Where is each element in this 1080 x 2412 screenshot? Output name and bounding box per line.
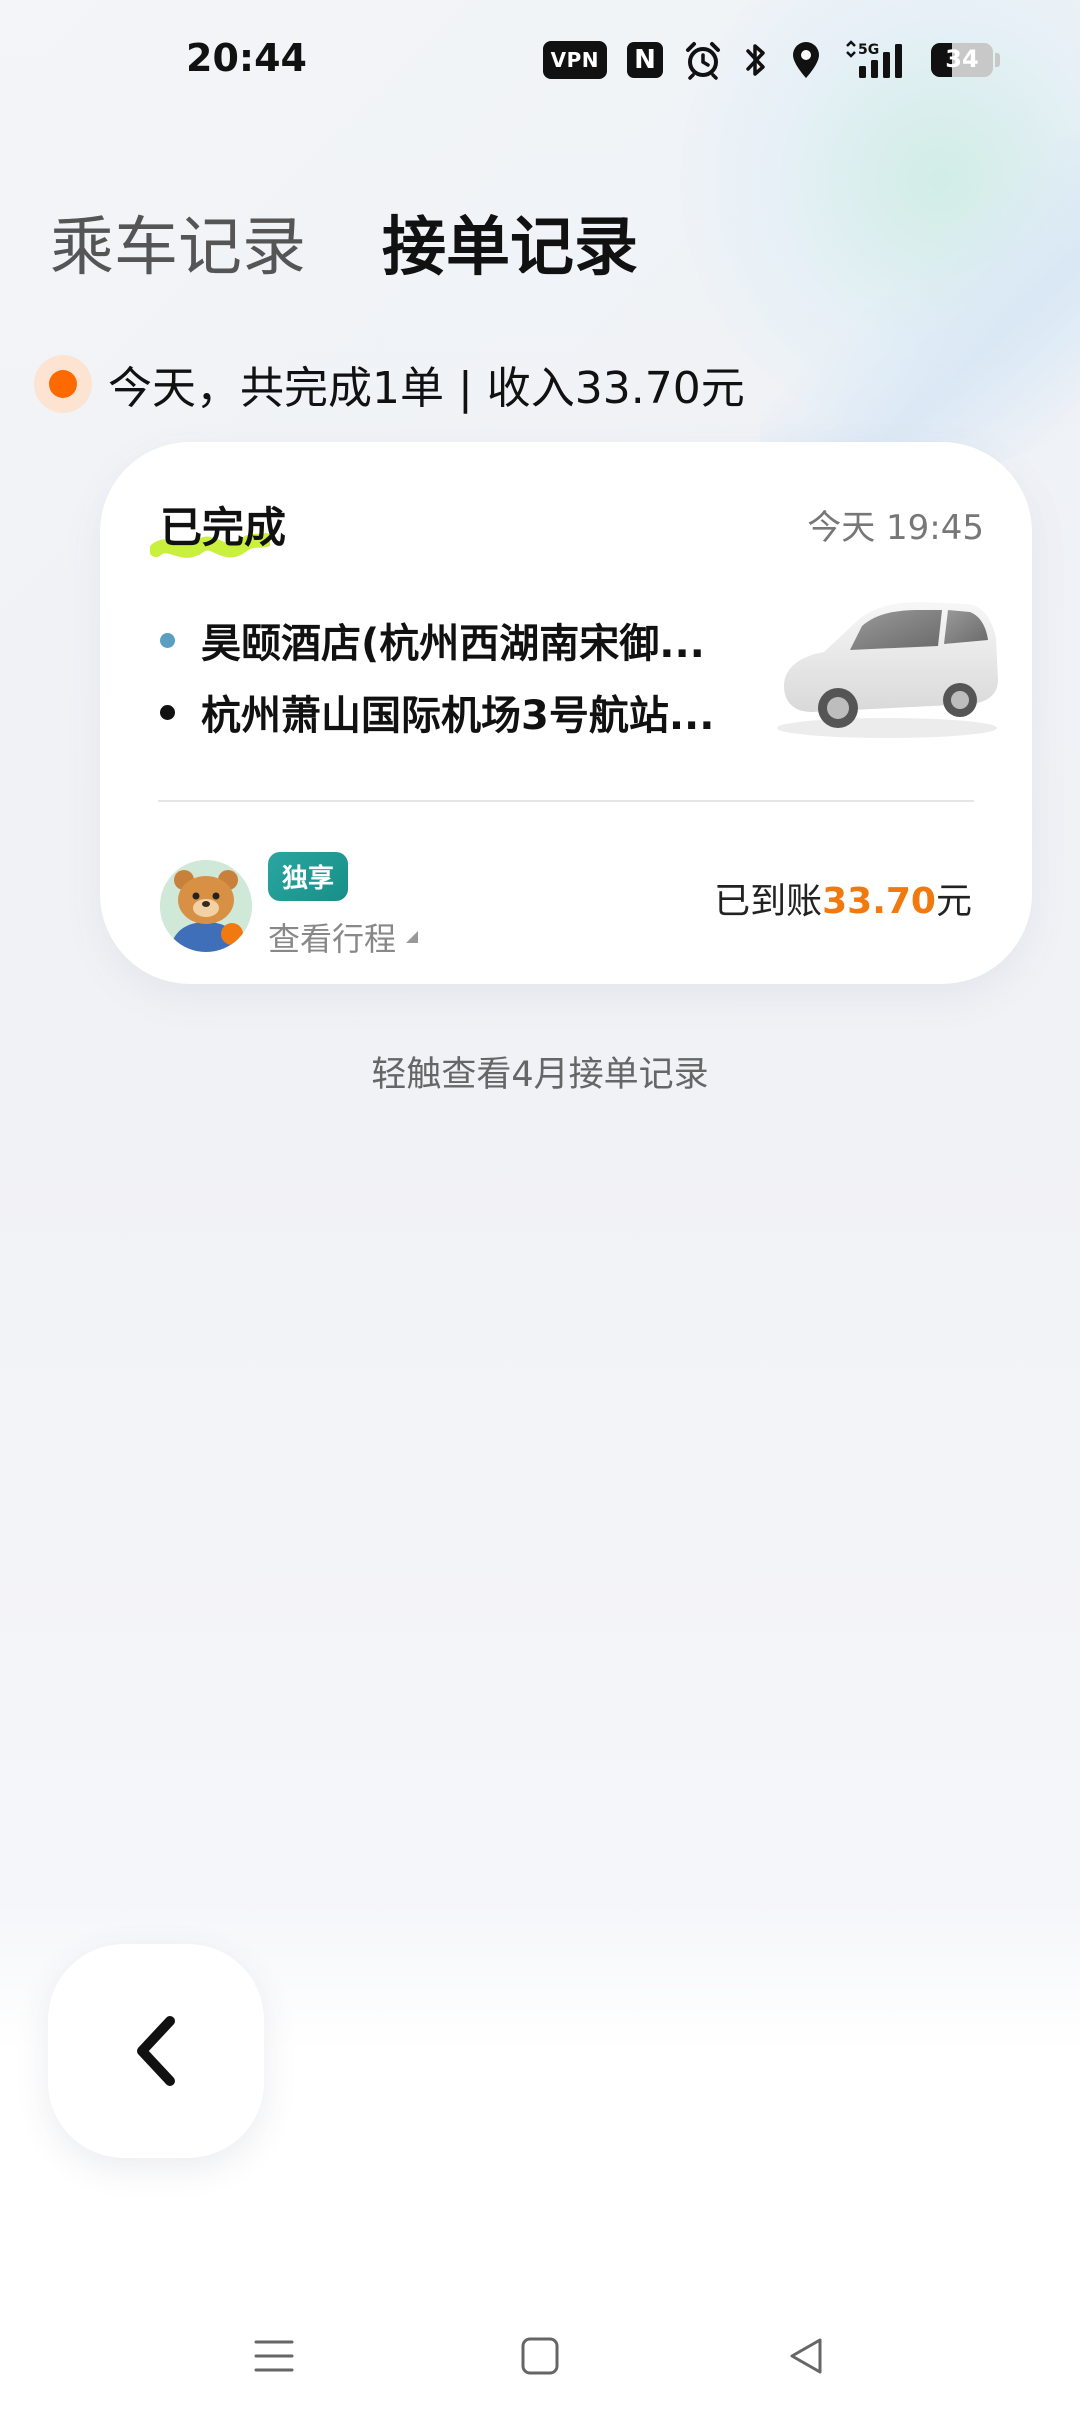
destination-text: 杭州萧山国际机场3号航站... bbox=[201, 693, 715, 739]
signal-5g-icon: 5G bbox=[846, 40, 902, 78]
nfc-icon: N bbox=[627, 42, 663, 78]
driver-avatar bbox=[160, 860, 252, 952]
payout-unit: 元 bbox=[935, 881, 972, 922]
car-icon bbox=[777, 602, 998, 738]
menu-icon bbox=[254, 2340, 294, 2372]
screen: 20:44 VPN N 5G 34 乘车记录 接单记录 今天，共完成1单 | 收… bbox=[0, 0, 1080, 2412]
record-tabs: 乘车记录 接单记录 bbox=[50, 196, 638, 288]
back-button[interactable] bbox=[48, 1944, 264, 2158]
status-bar: 20:44 VPN N 5G 34 bbox=[0, 0, 1080, 120]
route: 昊颐酒店(杭州西湖南宋御... 杭州萧山国际机场3号航站... bbox=[160, 604, 820, 748]
battery-level: 34 bbox=[945, 45, 979, 73]
month-records-link[interactable]: 轻触查看4月接单记录 bbox=[0, 1046, 1080, 1097]
payout-amount: 33.70 bbox=[822, 881, 936, 922]
bluetooth-icon bbox=[746, 44, 765, 76]
origin-text: 昊颐酒店(杭州西湖南宋御... bbox=[201, 621, 705, 667]
tab-ride-records[interactable]: 乘车记录 bbox=[50, 196, 306, 288]
tab-order-records[interactable]: 接单记录 bbox=[382, 196, 638, 288]
alarm-icon bbox=[686, 42, 720, 80]
payout-prefix: 已到账 bbox=[714, 881, 823, 922]
order-status: 已完成 bbox=[150, 494, 287, 558]
vpn-icon: VPN bbox=[542, 41, 607, 79]
view-trip-link[interactable]: 查看行程 bbox=[268, 914, 419, 960]
order-status-label: 已完成 bbox=[160, 503, 287, 552]
payout: 已到账 33.70 元 bbox=[714, 872, 972, 924]
route-origin: 昊颐酒店(杭州西湖南宋御... bbox=[160, 604, 820, 676]
home-square-icon bbox=[521, 2337, 559, 2375]
status-time: 20:44 bbox=[186, 36, 307, 80]
destination-dot-icon bbox=[160, 704, 175, 720]
order-time: 今天 19:45 bbox=[807, 508, 984, 548]
summary-dot-icon bbox=[34, 355, 92, 413]
status-icons: VPN N 5G 34 bbox=[542, 40, 1000, 80]
location-icon bbox=[793, 42, 819, 78]
battery-tip bbox=[995, 53, 1000, 67]
origin-dot-icon bbox=[160, 632, 175, 648]
daily-summary: 今天，共完成1单 | 收入33.70元 bbox=[34, 352, 745, 416]
bear-avatar-icon bbox=[160, 860, 252, 952]
view-trip-label: 查看行程 bbox=[268, 920, 397, 958]
system-back-button[interactable] bbox=[776, 2326, 836, 2386]
order-card[interactable]: 已完成 今天 19:45 昊颐酒店(杭州西湖南宋御... 杭州萧山国际机场3号航… bbox=[100, 442, 1032, 984]
battery-icon: 34 bbox=[931, 43, 993, 77]
summary-text: 今天，共完成1单 | 收入33.70元 bbox=[108, 363, 745, 414]
back-triangle-icon bbox=[790, 2338, 822, 2374]
summary-dot-inner bbox=[49, 370, 77, 398]
corner-triangle-icon bbox=[406, 931, 419, 943]
recent-apps-button[interactable] bbox=[244, 2326, 304, 2386]
svg-text:5G: 5G bbox=[858, 42, 879, 58]
home-button[interactable] bbox=[510, 2326, 570, 2386]
chevron-left-icon bbox=[137, 2016, 175, 2086]
system-nav-bar bbox=[0, 2300, 1080, 2412]
card-divider bbox=[158, 800, 974, 802]
route-destination: 杭州萧山国际机场3号航站... bbox=[160, 676, 820, 748]
exclusive-badge: 独享 bbox=[268, 852, 349, 901]
